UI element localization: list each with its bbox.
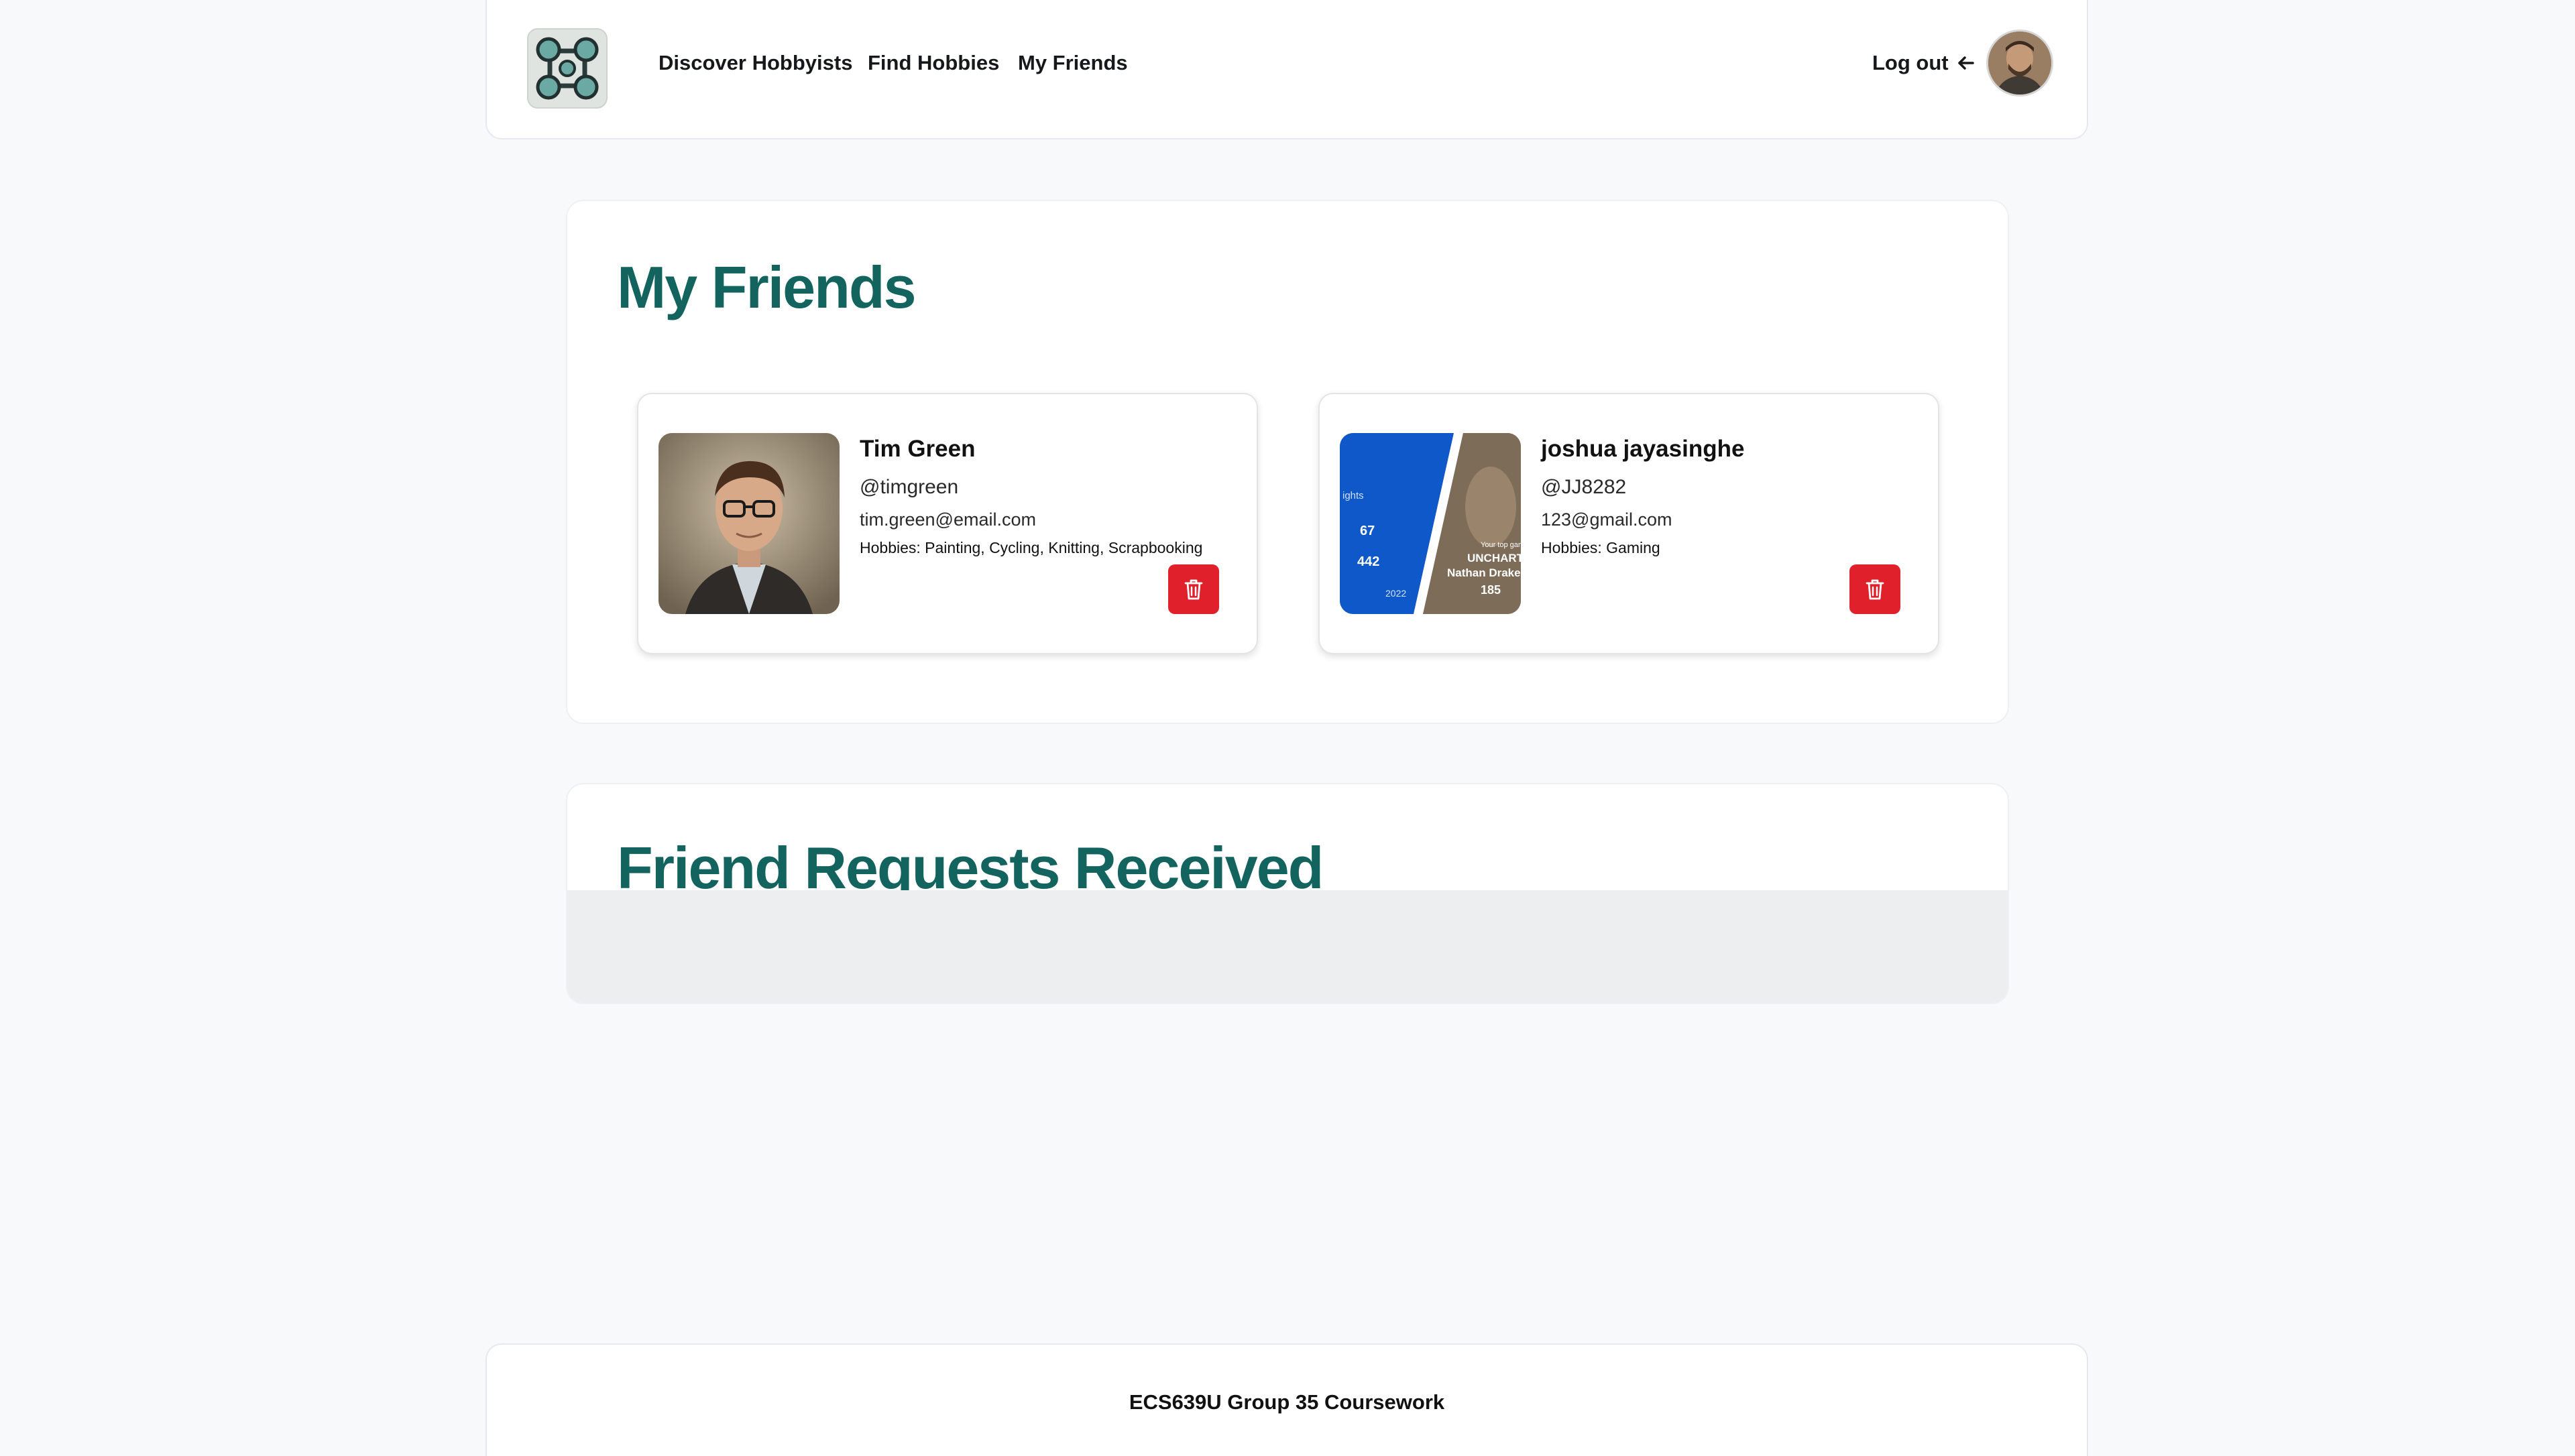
user-avatar[interactable]	[1986, 29, 2053, 97]
arrow-left-icon	[1957, 56, 1974, 70]
gaming-stat-games: 67	[1360, 524, 1375, 538]
friend-hobbies: Hobbies: Painting, Cycling, Knitting, Sc…	[860, 539, 1203, 556]
gaming-hours: 185	[1481, 583, 1501, 597]
friend-name: Tim Green	[860, 436, 976, 462]
logout-label: Log out	[1872, 51, 1949, 74]
nav-link-my-friends[interactable]: My Friends	[1018, 51, 1128, 75]
top-nav-bar: Discover Hobbyists Find Hobbies My Frien…	[485, 0, 2088, 139]
user-avatar-image	[1988, 32, 2051, 95]
friend-requests-panel: Friend Requests Received	[566, 783, 2009, 1004]
friend-name: joshua jayasinghe	[1541, 436, 1745, 462]
friend-portrait-image	[659, 433, 840, 614]
gaming-top-game: UNCHARTED	[1467, 552, 1521, 564]
friend-handle: @timgreen	[860, 476, 959, 498]
footer-text: ECS639U Group 35 Coursework	[1129, 1390, 1445, 1414]
friend-card: Tim Green @timgreen tim.green@email.com …	[637, 393, 1258, 654]
friend-gaming-image: ights 67 442 2022 Your top game UNCHARTE…	[1340, 433, 1521, 614]
app-logo[interactable]	[527, 28, 608, 109]
friend-email: tim.green@email.com	[860, 509, 1036, 530]
friend-requests-list	[567, 890, 2008, 1003]
nav-link-find-hobbies[interactable]: Find Hobbies	[868, 51, 999, 75]
friend-card: ights 67 442 2022 Your top game UNCHARTE…	[1318, 393, 1939, 654]
logout-button[interactable]: Log out	[1872, 51, 1976, 75]
network-logo-icon	[536, 37, 599, 100]
gaming-stat-trophies: 442	[1357, 554, 1379, 569]
gaming-caption: Your top game	[1481, 541, 1521, 549]
friend-handle: @JJ8282	[1541, 476, 1627, 498]
remove-friend-button[interactable]	[1168, 564, 1219, 614]
friend-photo	[659, 433, 840, 614]
gaming-year: 2022	[1385, 588, 1406, 599]
footer: ECS639U Group 35 Coursework	[485, 1343, 2088, 1456]
gaming-character: Nathan Drake	[1447, 566, 1521, 579]
page-title: My Friends	[617, 254, 917, 320]
trash-icon	[1866, 579, 1884, 600]
remove-friend-button[interactable]	[1849, 564, 1900, 614]
my-friends-panel: My Friends Tim Green @timgreen tim.green…	[566, 200, 2009, 724]
trash-icon	[1184, 579, 1203, 600]
friend-photo: ights 67 442 2022 Your top game UNCHARTE…	[1340, 433, 1521, 614]
gaming-image-fragment: ights	[1342, 490, 1364, 501]
friend-email: 123@gmail.com	[1541, 509, 1672, 530]
friend-hobbies: Hobbies: Gaming	[1541, 539, 1660, 556]
nav-link-discover-hobbyists[interactable]: Discover Hobbyists	[659, 51, 852, 75]
